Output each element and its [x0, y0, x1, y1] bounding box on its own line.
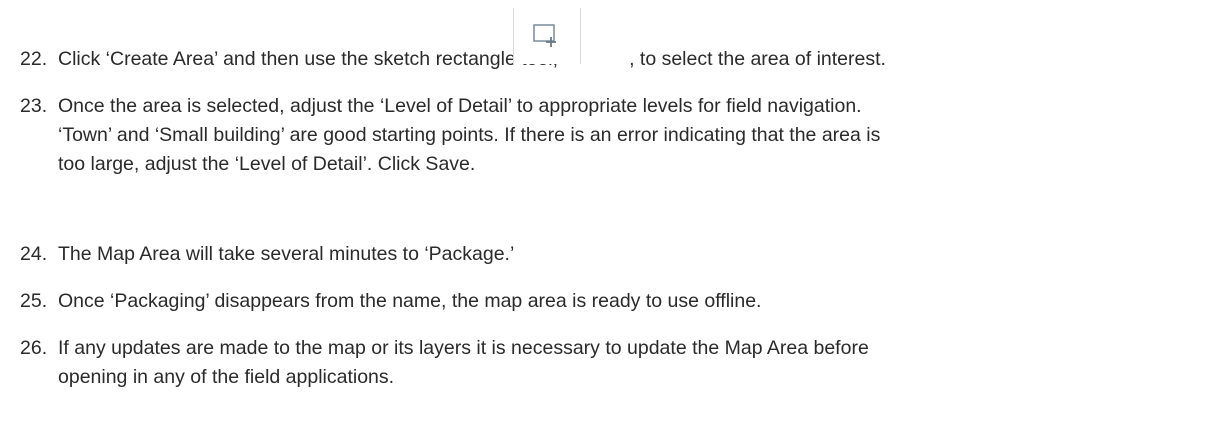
step-text: Once ‘Packaging’ disappears from the nam… — [58, 290, 762, 312]
document-page: 22. Click ‘Create Area’ and then use the … — [0, 0, 1220, 425]
step-number: 25. — [20, 290, 48, 312]
step-text: Click ‘Create Area’ and then use the ske… — [58, 48, 559, 70]
list-item-24: 24. The Map Area will take several minute… — [20, 240, 1215, 269]
step-number: 22. — [20, 48, 48, 70]
list-item-22: 22. Click ‘Create Area’ and then use the … — [20, 45, 1215, 74]
step-text-continued: , to select the area of interest. — [629, 48, 886, 70]
step-text-line-3: too large, adjust the ‘Level of Detail’.… — [58, 153, 476, 175]
step-text: The Map Area will take several minutes t… — [58, 243, 515, 265]
step-text-line-1: Once the area is selected, adjust the ‘L… — [58, 95, 862, 117]
sketch-rectangle-icon — [513, 8, 581, 64]
step-text-line-2: ‘Town’ and ‘Small building’ are good sta… — [58, 124, 881, 146]
step-number: 23. — [20, 95, 48, 117]
step-text-line-2: opening in any of the field applications… — [58, 366, 395, 388]
list-item-25: 25. Once ‘Packaging’ disappears from the … — [20, 287, 1215, 316]
step-number: 26. — [20, 337, 48, 359]
list-item-23: 23. Once the area is selected, adjust the… — [20, 92, 1215, 179]
step-number: 24. — [20, 243, 48, 265]
list-item-26: 26. If any updates are made to the map or… — [20, 334, 1215, 392]
step-text-line-1: If any updates are made to the map or it… — [58, 337, 869, 359]
